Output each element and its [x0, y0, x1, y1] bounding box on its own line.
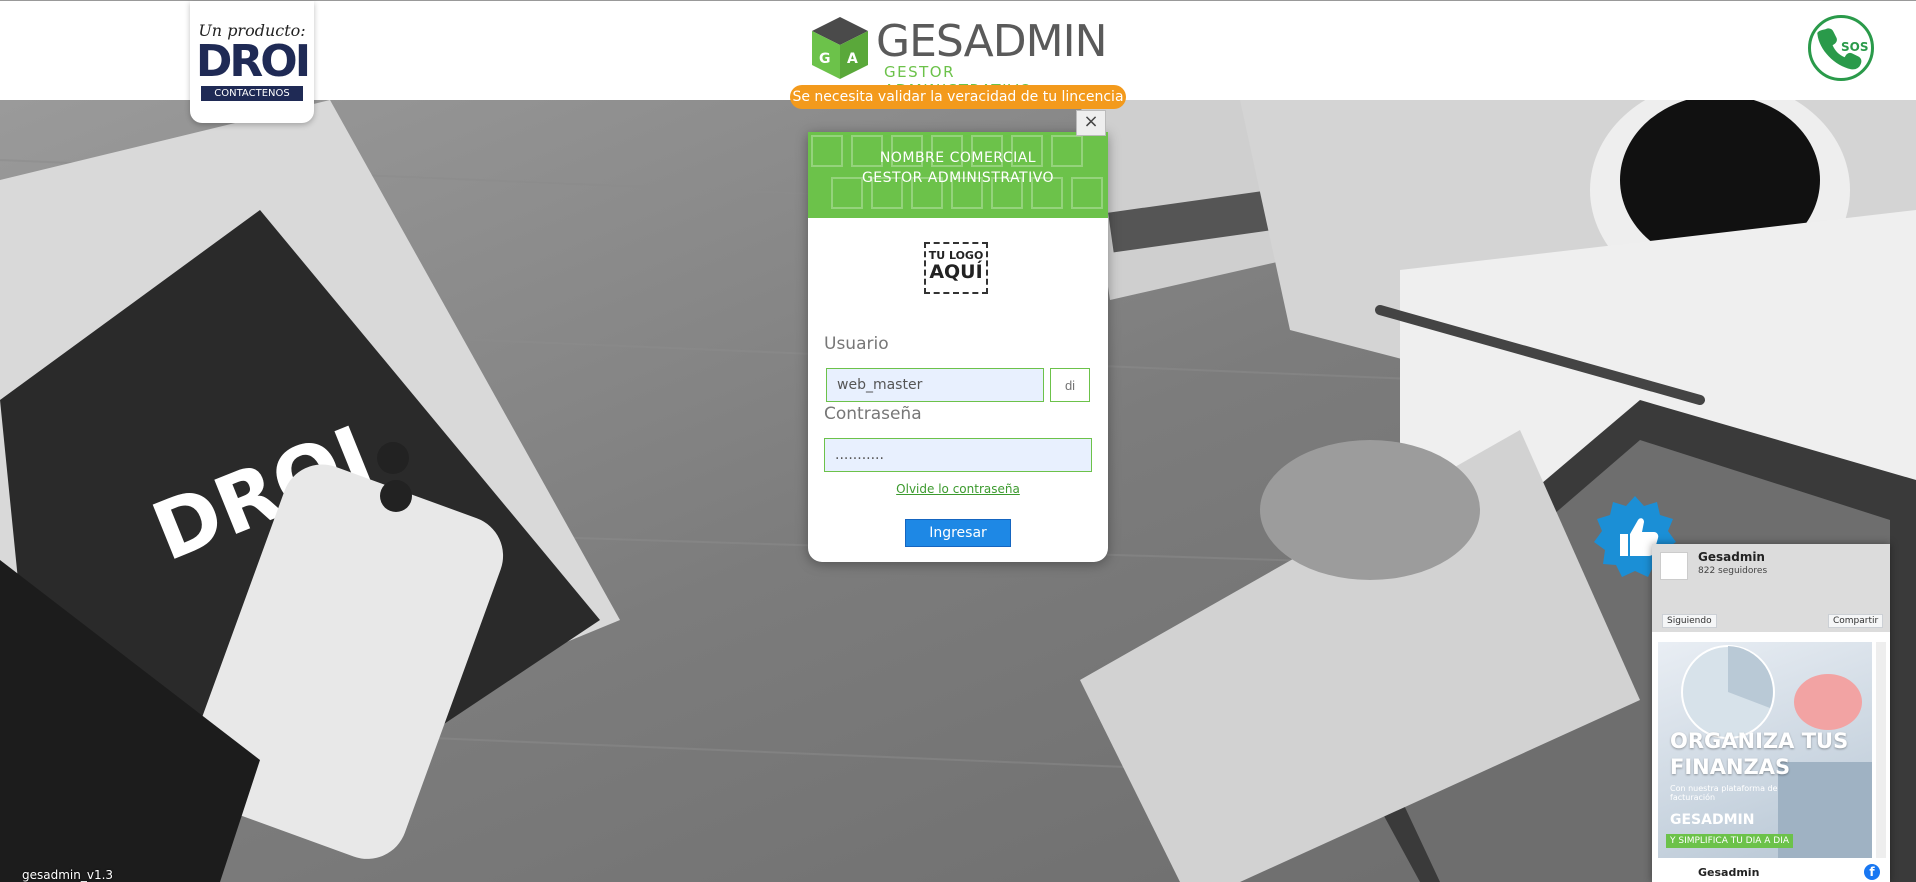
- fb-footer-page-name[interactable]: Gesadmin: [1698, 866, 1759, 879]
- fb-page-name[interactable]: Gesadmin: [1698, 550, 1765, 564]
- forgot-password-link[interactable]: Olvide lo contraseña: [808, 482, 1108, 496]
- fb-post-brand: GESADMIN: [1670, 812, 1755, 828]
- droi-vendor-badge[interactable]: Un producto: DROI CONTACTENOS: [190, 1, 314, 123]
- username-label: Usuario: [824, 334, 889, 354]
- company-subtitle: GESTOR ADMINISTRATIVO: [861, 170, 1055, 186]
- fb-page-avatar[interactable]: [1660, 552, 1688, 580]
- gesadmin-logo: G A GESADMIN GESTOR ADMINISTRATIVO: [810, 15, 1110, 99]
- password-input[interactable]: [824, 438, 1092, 472]
- sos-button[interactable]: SOS: [1808, 15, 1874, 81]
- facebook-icon[interactable]: f: [1864, 864, 1880, 880]
- brand-name: GESADMIN: [876, 16, 1107, 67]
- username-input[interactable]: [826, 368, 1044, 402]
- login-submit-button[interactable]: Ingresar: [905, 519, 1011, 547]
- company-name: NOMBRE COMERCIAL: [879, 150, 1037, 166]
- close-button[interactable]: ×: [1076, 110, 1106, 136]
- fb-post-image[interactable]: ORGANIZA TUS FINANZAS Con nuestra plataf…: [1658, 642, 1872, 858]
- username-suffix-input[interactable]: [1050, 368, 1090, 402]
- gesadmin-cube-icon: G A: [812, 17, 868, 79]
- facebook-page-widget: Gesadmin 822 seguidores Siguiendo Compar…: [1652, 544, 1890, 882]
- svg-text:G: G: [819, 51, 831, 67]
- droi-logo: DROI: [195, 36, 311, 87]
- fb-post-tagline: Y SIMPLIFICA TU DIA A DIA: [1666, 834, 1794, 848]
- fb-post-subtitle: Con nuestra plataforma de facturación: [1670, 784, 1778, 802]
- fb-post-title: ORGANIZA TUS FINANZAS: [1670, 728, 1848, 780]
- login-card: NOMBRE COMERCIAL GESTOR ADMINISTRATIVO T…: [808, 132, 1108, 562]
- app-version: gesadmin_v1.3: [22, 868, 114, 882]
- login-card-header: NOMBRE COMERCIAL GESTOR ADMINISTRATIVO: [808, 132, 1108, 218]
- fb-share-button[interactable]: Compartir: [1828, 614, 1884, 628]
- license-warning-banner: Se necesita validar la veracidad de tu l…: [790, 85, 1126, 109]
- fb-followers-count: 822 seguidores: [1698, 566, 1768, 576]
- company-title: NOMBRE COMERCIAL GESTOR ADMINISTRATIVO: [808, 132, 1108, 188]
- fb-scrollbar[interactable]: [1876, 642, 1886, 858]
- svg-text:A: A: [847, 51, 858, 67]
- logo-placeholder: TU LOGO AQUÍ: [924, 242, 988, 294]
- fb-post-title-line1: ORGANIZA TUS: [1670, 729, 1849, 753]
- sos-label: SOS: [1841, 40, 1869, 54]
- logo-placeholder-line2: AQUÍ: [929, 261, 983, 283]
- fb-follow-button[interactable]: Siguiendo: [1662, 614, 1717, 628]
- fb-post-title-line2: FINANZAS: [1670, 755, 1791, 779]
- contact-link[interactable]: CONTACTENOS: [201, 86, 303, 101]
- password-label: Contraseña: [824, 404, 922, 424]
